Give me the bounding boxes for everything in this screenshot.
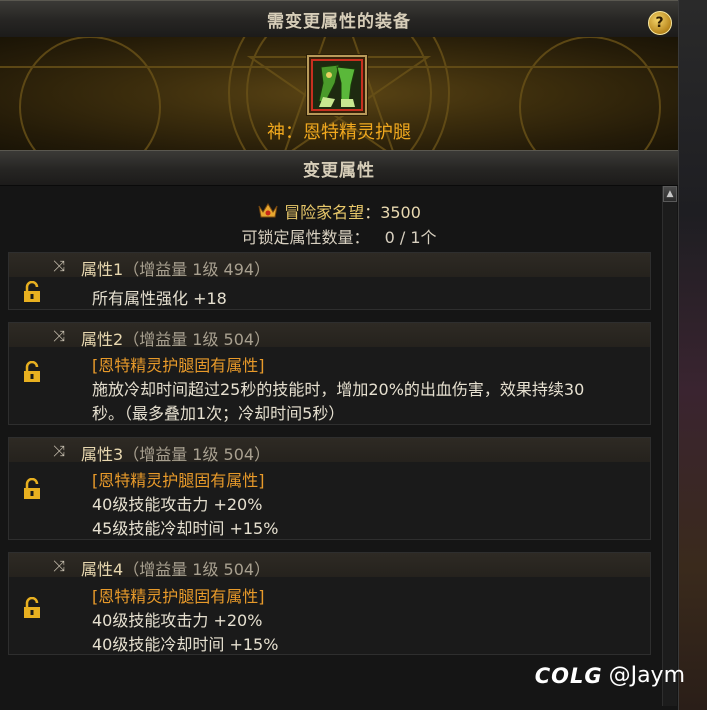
attribute-card-2: ⤨ 属性2（增益量 1级 504） [恩特精灵护腿固有属性] 施放冷却时间超过2…	[8, 322, 651, 425]
attribute-line: 施放冷却时间超过25秒的技能时，增加20%的出血伤害，效果持续30	[92, 380, 585, 399]
attribute-card-1: ⤨ 属性1（增益量 1级 494） 所有属性强化 +18	[8, 252, 651, 310]
attribute-line: 40级技能攻击力 +20%	[92, 495, 263, 514]
shuffle-icon[interactable]: ⤨	[53, 442, 65, 460]
shuffle-icon[interactable]: ⤨	[53, 327, 65, 345]
attribute-title: 属性3（增益量 1级 504）	[81, 445, 271, 464]
attribute-card-3: ⤨ 属性3（增益量 1级 504） [恩特精灵护腿固有属性] 40级技能攻击力 …	[8, 437, 651, 540]
scroll-up-icon[interactable]: ▲	[663, 186, 677, 202]
reputation-line: 冒险家名望：3500	[0, 199, 678, 223]
attribute-line: 40级技能冷却时间 +15%	[92, 635, 279, 654]
item-name: 神：恩特精灵护腿	[267, 122, 411, 143]
section-title-bar: 变更属性	[0, 150, 678, 186]
attribute-title: 属性1（增益量 1级 494）	[81, 260, 271, 279]
attribute-line-fixed: [恩特精灵护腿固有属性]	[92, 471, 265, 490]
attribute-card-4: ⤨ 属性4（增益量 1级 504） [恩特精灵护腿固有属性] 40级技能攻击力 …	[8, 552, 651, 655]
attribute-line: 所有属性强化 +18	[92, 289, 227, 308]
equipment-attribute-panel: 需变更属性的装备 ? 神：恩特精灵护腿 变更属性 冒险家名望：3500 可锁定属…	[0, 0, 679, 710]
leg-armor-icon[interactable]	[307, 55, 367, 115]
reputation-label: 冒险家名望	[284, 203, 365, 222]
attribute-line: 40级技能攻击力 +20%	[92, 611, 263, 630]
window-title: 需变更属性的装备	[267, 11, 411, 32]
reputation-crown-icon	[258, 203, 278, 218]
lockable-count-line: 可锁定属性数量： 0 / 1个	[0, 224, 678, 248]
lockable-label: 可锁定属性数量：	[241, 228, 370, 247]
background-game-scene	[679, 0, 707, 710]
lock-icon[interactable]	[21, 361, 43, 383]
attribute-title: 属性4（增益量 1级 504）	[81, 560, 271, 579]
reputation-value: ：3500	[364, 203, 421, 222]
scrollbar[interactable]: ▲	[662, 186, 677, 706]
section-title: 变更属性	[303, 160, 375, 181]
attribute-title: 属性2（增益量 1级 504）	[81, 330, 271, 349]
lock-icon[interactable]	[21, 281, 43, 303]
shuffle-icon[interactable]: ⤨	[53, 257, 65, 275]
attribute-line: 秒。（最多叠加1次；冷却时间5秒）	[92, 404, 345, 423]
attribute-line-fixed: [恩特精灵护腿固有属性]	[92, 356, 265, 375]
attribute-line-fixed: [恩特精灵护腿固有属性]	[92, 587, 265, 606]
lock-icon[interactable]	[21, 478, 43, 500]
item-banner: 神：恩特精灵护腿	[0, 37, 678, 150]
window-title-bar: 需变更属性的装备 ?	[0, 0, 678, 38]
colg-logo: COLG	[534, 663, 603, 688]
lockable-value: 0 / 1个	[384, 228, 437, 247]
lock-icon[interactable]	[21, 597, 43, 619]
watermark: COLG @Jaym	[535, 663, 685, 688]
help-icon[interactable]: ?	[648, 11, 672, 35]
watermark-user: @Jaym	[608, 663, 685, 688]
shuffle-icon[interactable]: ⤨	[53, 557, 65, 575]
attribute-line: 45级技能冷却时间 +15%	[92, 519, 279, 538]
